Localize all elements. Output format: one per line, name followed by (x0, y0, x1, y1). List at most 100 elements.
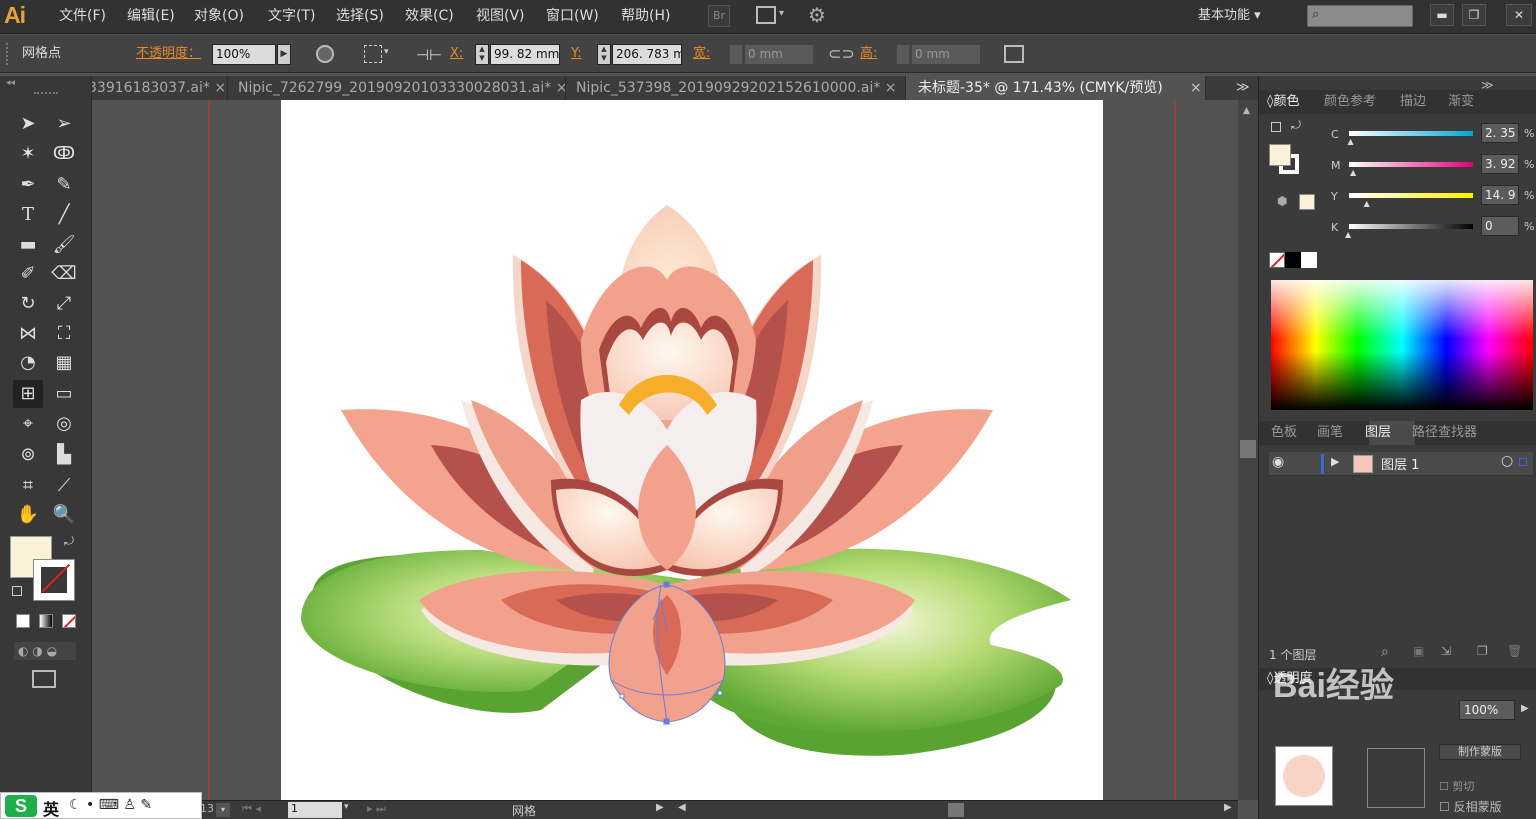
invert-mask-checkbox[interactable]: ☐ 反相蒙版 (1439, 798, 1502, 815)
none-mode-icon[interactable] (62, 614, 76, 628)
default-colors-icon[interactable] (12, 586, 22, 596)
new-sublayer-icon[interactable]: ⇲ (1441, 644, 1451, 658)
screen-mode-icon[interactable] (32, 670, 56, 688)
x-label[interactable]: X: (450, 35, 463, 73)
free-transform-tool-icon[interactable]: ⛶ (49, 320, 79, 348)
curvature-tool-icon[interactable]: ✎ (49, 171, 79, 199)
shape-builder-tool-icon[interactable]: ◔ (13, 349, 43, 377)
direct-selection-tool-icon[interactable]: ➢ (49, 110, 79, 138)
tab-color-guide[interactable]: 颜色参考 (1324, 91, 1376, 113)
out-of-gamut-icon[interactable]: ⬢ (1277, 194, 1287, 208)
cyan-slider-thumb[interactable]: ▲ (1347, 137, 1353, 146)
ime-language-toggle[interactable]: 英 (43, 796, 59, 819)
menu-window[interactable]: 窗口(W) (546, 0, 599, 32)
lasso-tool-icon[interactable]: ↂ (49, 140, 79, 168)
constrain-proportions-icon[interactable]: ⊂⊃ (828, 44, 855, 63)
restore-button[interactable]: ❐ (1462, 4, 1486, 26)
bridge-button[interactable]: Br (708, 5, 730, 27)
x-input[interactable]: 99. 82 mm (490, 44, 560, 65)
black-slider-thumb[interactable]: ▲ (1345, 230, 1351, 239)
page-input[interactable]: 1 (288, 802, 342, 818)
black-input[interactable]: 0 (1481, 216, 1519, 236)
perspective-grid-tool-icon[interactable]: ▦ (49, 349, 79, 377)
gpu-performance-icon[interactable]: ⚙ (808, 3, 826, 27)
menu-select[interactable]: 选择(S) (336, 0, 384, 32)
search-input[interactable]: ⌕ (1307, 5, 1413, 27)
gradient-mode-icon[interactable] (39, 614, 53, 628)
height-stepper[interactable] (896, 44, 910, 65)
stroke-swatch[interactable] (33, 559, 75, 601)
menu-help[interactable]: 帮助(H) (621, 0, 670, 32)
delete-layer-icon[interactable]: 🗑 (1507, 644, 1522, 658)
line-tool-icon[interactable]: ╱ (49, 201, 79, 229)
menu-view[interactable]: 视图(V) (476, 0, 525, 32)
tab-document-active[interactable]: 未标题-35* @ 171.43% (CMYK/预览) (906, 76, 1206, 100)
tab-swatches[interactable]: 色板 (1271, 422, 1297, 444)
black-swatch[interactable] (1285, 252, 1301, 268)
visibility-eye-icon[interactable]: ◉ (1272, 454, 1284, 470)
menu-object[interactable]: 对象(O) (194, 0, 244, 32)
target-icon[interactable]: ○ (1501, 453, 1513, 469)
transform-icon[interactable] (1004, 45, 1024, 63)
pen-tool-icon[interactable]: ✒ (13, 171, 43, 199)
width-tool-icon[interactable]: ⋈ (13, 320, 43, 348)
width-label[interactable]: 宽: (693, 35, 710, 73)
first-page-icon[interactable]: ⏮ ◂ (242, 802, 261, 816)
last-page-icon[interactable]: ▸ ⏭ (367, 802, 386, 816)
rotate-tool-icon[interactable]: ↻ (13, 290, 43, 318)
opacity-label[interactable]: 不透明度： (136, 35, 201, 73)
make-mask-button[interactable]: 制作蒙版 (1439, 744, 1521, 760)
reference-point-icon[interactable] (364, 45, 382, 63)
blend-tool-icon[interactable]: ◎ (49, 410, 79, 438)
draw-mode-icon[interactable]: ◐ ◑ ◒ (14, 642, 76, 660)
swap-fill-stroke-icon[interactable]: ⤾ (64, 534, 74, 549)
gamut-swatch[interactable] (1299, 194, 1315, 210)
menu-effect[interactable]: 效果(C) (405, 0, 454, 32)
menu-type[interactable]: 文字(T) (268, 0, 315, 32)
recolor-icon[interactable] (316, 45, 334, 63)
tab-document-2[interactable]: Nipic_7262799_20190920103330028031.ai* × (228, 76, 566, 100)
zoom-value[interactable]: 13 (200, 802, 214, 815)
hand-tool-icon[interactable]: ✋ (13, 501, 43, 529)
height-label[interactable]: 高: (860, 35, 877, 73)
rectangle-tool-icon[interactable]: ▬ (13, 231, 43, 259)
canvas-area[interactable] (92, 100, 1238, 800)
opacity-dropdown[interactable]: ▶ (277, 44, 291, 65)
type-tool-icon[interactable]: T (13, 201, 43, 229)
align-icon[interactable]: ⊣⊢ (416, 46, 442, 64)
selection-tool-icon[interactable]: ➤ (13, 110, 43, 138)
horizontal-scroll-thumb[interactable] (948, 803, 964, 817)
tabs-overflow-icon[interactable]: ≫ (1236, 76, 1250, 100)
magic-wand-tool-icon[interactable]: ✶ (13, 140, 43, 168)
make-clipping-mask-icon[interactable]: ▣ (1413, 644, 1424, 658)
workspace-switcher[interactable]: 基本功能 ▾ (1198, 0, 1261, 32)
arrange-documents-icon[interactable] (756, 6, 776, 24)
expand-layer-icon[interactable]: ▶ (1331, 455, 1339, 468)
scroll-left-icon[interactable]: ◀ (678, 802, 686, 813)
zoom-tool-icon[interactable]: 🔍 (49, 501, 79, 529)
magenta-slider[interactable] (1349, 162, 1473, 167)
color-spectrum[interactable] (1271, 280, 1533, 410)
cyan-slider[interactable] (1349, 131, 1473, 136)
tab-document-1[interactable]: 33916183037.ai* × (92, 76, 228, 100)
clip-checkbox[interactable]: ☐ 剪切 (1439, 778, 1474, 794)
opacity-input[interactable]: 100% (212, 44, 276, 65)
paintbrush-tool-icon[interactable]: 🖌 (49, 231, 79, 259)
menu-edit[interactable]: 编辑(E) (127, 0, 175, 32)
yellow-slider-thumb[interactable]: ▲ (1364, 199, 1370, 208)
pencil-tool-icon[interactable]: ✐ (13, 260, 43, 288)
column-graph-tool-icon[interactable]: ▙ (49, 441, 79, 469)
layer-row[interactable]: ◉ ▶ 图层 1 ○ (1269, 452, 1533, 476)
scale-tool-icon[interactable]: ⤢ (49, 290, 79, 318)
cyan-input[interactable]: 2. 35 (1481, 123, 1519, 143)
new-layer-icon[interactable]: ❐ (1477, 644, 1488, 658)
tab-brushes[interactable]: 画笔 (1317, 422, 1343, 444)
tab-document-3[interactable]: Nipic_537398_20190929202152610000.ai* × (566, 76, 906, 100)
lotus-illustration[interactable] (281, 100, 1103, 800)
magenta-slider-thumb[interactable]: ▲ (1350, 168, 1356, 177)
color-panel-fill-swatch[interactable] (1269, 144, 1291, 166)
yellow-slider[interactable] (1349, 193, 1473, 198)
close-button[interactable]: ✕ (1506, 4, 1532, 26)
layer-name[interactable]: 图层 1 (1381, 454, 1419, 473)
mask-placeholder[interactable] (1367, 748, 1425, 808)
